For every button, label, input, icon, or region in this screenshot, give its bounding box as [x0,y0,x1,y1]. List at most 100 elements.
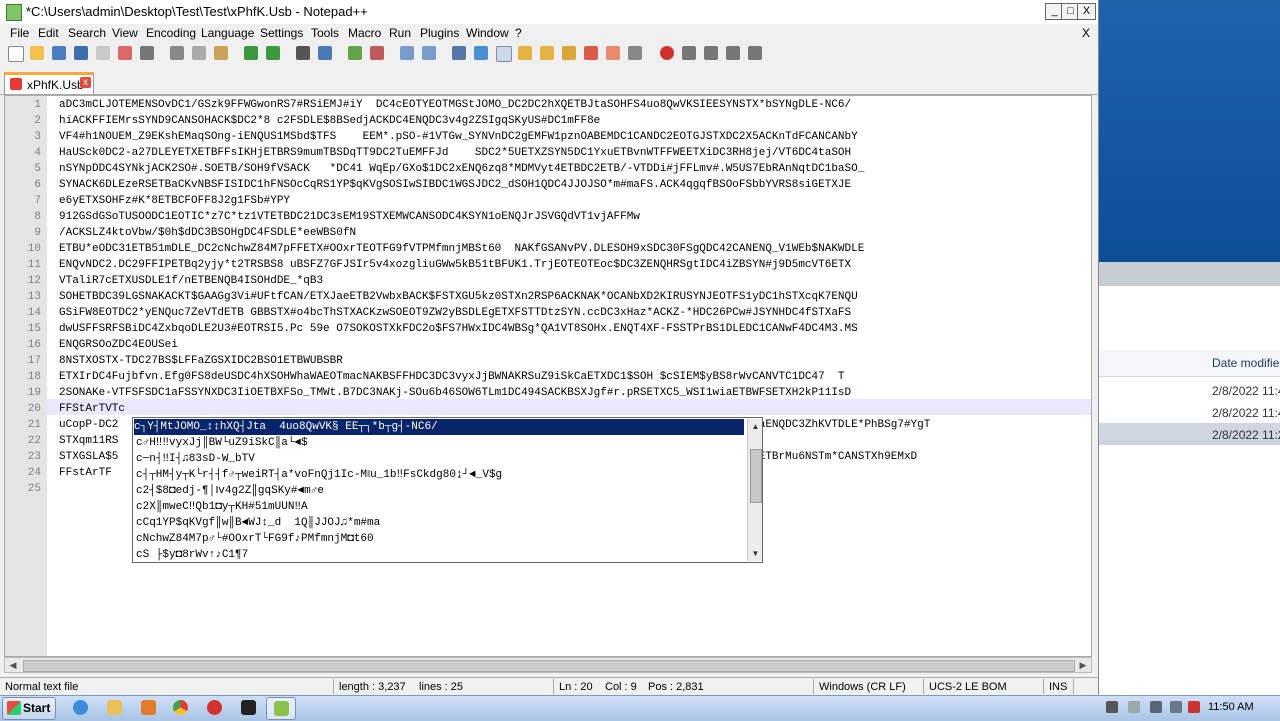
security-alert-icon[interactable] [1188,701,1200,713]
record-macro-icon[interactable] [660,46,674,60]
autocomplete-item[interactable]: cS ├$y◘8rWv↑♪C1¶7 [136,547,746,562]
code-line[interactable]: SOHETBDC39LGSNAKACKT$GAAGg3Vi#UFtfCAN/ET… [59,289,1089,305]
file-date[interactable]: 2/8/2022 11:4 [1212,406,1280,420]
code-line[interactable]: ETBU*eODC31ETB51mDLE_DC2cNchwZ84M7pFFETX… [59,241,1089,257]
monitoring-icon[interactable] [628,46,642,60]
sync-vertical-icon[interactable] [400,46,414,60]
print-icon[interactable] [140,46,154,60]
word-wrap-icon[interactable] [452,46,466,60]
horizontal-scrollbar[interactable]: ◀ ▶ [4,657,1092,673]
code-line[interactable]: ENQvNDC2.DC29FFIPETBq2yjy*t2TRSBS8 uBSFZ… [59,257,1089,273]
autocomplete-item[interactable]: c2X║mweC‼Qb1◘y┬KH#51mUUN‼A [136,499,746,515]
taskbar-media[interactable] [134,697,162,718]
menu-macro[interactable]: Macro [348,26,381,40]
menu-plugins[interactable]: Plugins [420,26,459,40]
zoom-out-icon[interactable] [370,46,384,60]
code-line[interactable]: aDC3mCLJOTEMENSOvDC1/GSzk9FFWGwonRS7#RSi… [59,97,1089,113]
menu-edit[interactable]: Edit [38,26,59,40]
start-button[interactable]: Start [2,697,56,720]
replace-icon[interactable] [318,46,332,60]
popup-scrollbar[interactable]: ▲ ▼ [747,419,762,561]
code-line[interactable]: SYNACK6DLEzeRSETBaCKvNBSFISIDC1hFNSOcCqR… [59,177,1089,193]
popup-scrollbar-thumb[interactable] [750,449,762,503]
function-list-icon[interactable] [518,46,532,60]
cut-icon[interactable] [170,46,184,60]
scroll-right-icon[interactable]: ▶ [1076,659,1090,671]
file-date[interactable]: 2/8/2022 11:4 [1212,384,1280,398]
save-all-icon[interactable] [74,46,88,60]
close-file-icon[interactable] [96,46,110,60]
code-line[interactable]: GSiFW8EOTDC2*yENQuc7ZeVTdETB GBBSTX#o4bc… [59,305,1089,321]
title-bar[interactable]: *C:\Users\admin\Desktop\Test\Test\xPhfK.… [0,0,1098,25]
menu-file[interactable]: File [10,26,29,40]
sync-horizontal-icon[interactable] [422,46,436,60]
doc-list-icon[interactable] [584,46,598,60]
taskbar-ie[interactable] [66,697,94,718]
status-encoding[interactable]: UCS-2 LE BOM [929,681,1007,693]
menu-settings[interactable]: Settings [260,26,303,40]
folder-workspace-icon[interactable] [540,46,554,60]
taskbar-cmd[interactable] [234,697,262,718]
code-line[interactable]: /ACKSLZ4ktoVbw/$0h$dDC3BSOHgDC4FSDLE*eeW… [59,225,1089,241]
stop-macro-icon[interactable] [682,46,696,60]
autocomplete-item[interactable]: c2┤$8◘edj-¶│‖v4g2Z║gqSKy#◄m♂e [136,483,746,499]
code-line[interactable]: hiACKFFIEMrsSYND9CANSOHACK$DC2*8 c2FSDLE… [59,113,1089,129]
code-line[interactable]: dwUSFFSRFSBiDC4ZxbqoDLE2U3#EOTRSI5.Pc 59… [59,321,1089,337]
status-insert-mode[interactable]: INS [1049,681,1067,693]
code-line[interactable]: FFStArTVTc [59,401,1089,417]
undo-icon[interactable] [244,46,258,60]
close-button[interactable]: X [1077,3,1096,20]
copy-icon[interactable] [192,46,206,60]
open-file-icon[interactable] [30,46,44,60]
show-all-chars-icon[interactable] [474,46,488,60]
code-line[interactable]: nSYNpDDC4SYNkjACK2SO#.SOETB/SOH9fVSACK *… [59,161,1089,177]
find-icon[interactable] [296,46,310,60]
network-icon[interactable] [1150,701,1162,713]
code-line[interactable]: 8NSTXOSTX-TDC27BS$LFFaZGSXIDC2BSO1ETBWUB… [59,353,1089,369]
code-line[interactable]: VTaliR7cETXUSDLE1f/nETBENQB4ISOHdDE_*qB3 [59,273,1089,289]
tab-xphfk-usb[interactable]: xPhfK.Usb x [4,72,94,94]
code-line[interactable]: ETXIrDC4Fujbfvn.Efg0FS8deUSDC4hXSOHWhaWA… [59,369,1089,385]
project-panel-icon[interactable] [606,46,620,60]
status-eol[interactable]: Windows (CR LF) [819,681,906,693]
code-line[interactable]: e6yETXSOHFz#K*8ETBCFOFF8J2g1FSb#YPY [59,193,1089,209]
text-editor[interactable]: 1 aDC3mCLJOTEMENSOvDC1/GSzk9FFWGwonRS7#RS… [4,95,1092,657]
tray-arrow-icon[interactable] [1106,701,1118,713]
autocomplete-item[interactable]: c─n┤‼I┤♫83sD-W_bTV [136,451,746,467]
menu-language[interactable]: Language [201,26,254,40]
menu-help[interactable]: ? [515,26,522,40]
save-macro-icon[interactable] [748,46,762,60]
save-icon[interactable] [52,46,66,60]
clock[interactable]: 11:50 AM [1208,701,1254,713]
taskbar-explorer[interactable] [100,697,128,718]
autocomplete-item[interactable]: c┐Y┤MtJOMO_↕↕hXQ┤Jta 4uo8QwVK§ EE┬┐*b┬g┤… [134,419,744,435]
taskbar-notepadpp[interactable] [266,697,296,720]
autocomplete-item[interactable]: cNchwZ84M7p♂└#OOxrT└FG9f♪PMfmnjM◘t60 [136,531,746,547]
scroll-down-icon[interactable]: ▼ [749,547,762,560]
autocomplete-popup[interactable]: c┐Y┤MtJOMO_↕↕hXQ┤Jta 4uo8QwVK§ EE┬┐*b┬g┤… [132,417,763,563]
menu-view[interactable]: View [112,26,138,40]
indent-guide-icon[interactable] [496,46,512,62]
autocomplete-item[interactable]: cCq1YP$qKVgf║w║B◄WJ↕_d 1Q║JJOJ♫*m#ma [136,515,746,531]
menu-tools[interactable]: Tools [311,26,339,40]
code-line[interactable]: ENQGRSOoZDC4EOUSei [59,337,1089,353]
tray-flag-icon[interactable] [1128,701,1140,713]
close-all-icon[interactable] [118,46,132,60]
paste-icon[interactable] [214,46,228,60]
scroll-left-icon[interactable]: ◀ [6,659,20,671]
autocomplete-item[interactable]: c♂H‼‼vyxJj║BW└uZ9iSkC║a└◄$ [136,435,746,451]
taskbar-opera[interactable] [200,697,228,718]
code-line[interactable]: 2SONAKe-VTFSFSDC1aFSSYNXDC3IiOETBXFSo_TM… [59,385,1089,401]
scrollbar-thumb[interactable] [23,660,1075,672]
file-date[interactable]: 2/8/2022 11:2 [1212,428,1280,442]
menu-window[interactable]: Window [466,26,509,40]
date-modified-column-header[interactable]: Date modified [1098,350,1280,377]
new-file-icon[interactable] [8,46,24,62]
taskbar-chrome[interactable] [166,697,194,718]
autocomplete-item[interactable]: c┤┬HM┤y┬K└r┤┤f♂┬weiRT┤a*voFnQj1Ic-M‖u_1b… [136,467,746,483]
menu-encoding[interactable]: Encoding [146,26,196,40]
menu-search[interactable]: Search [68,26,106,40]
code-line[interactable]: 912GSdGSoTUSOODC1EOTIC*z7C*tz1VTETBDC21D… [59,209,1089,225]
play-macro-icon[interactable] [704,46,718,60]
zoom-in-icon[interactable] [348,46,362,60]
